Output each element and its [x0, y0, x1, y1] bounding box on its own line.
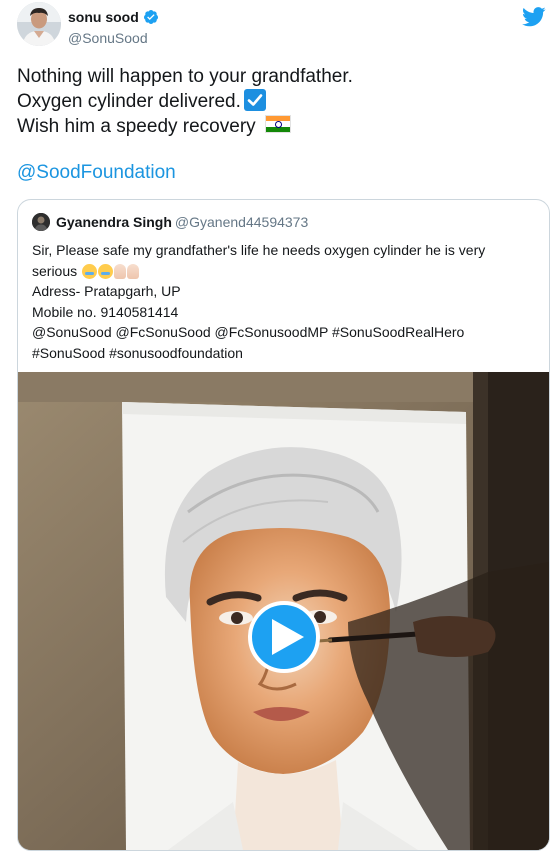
author-name-row: sonu sood: [68, 9, 159, 25]
tweet-line-1: Nothing will happen to your grandfather.: [17, 66, 353, 87]
india-flag-emoji-icon: [264, 115, 291, 133]
author-avatar[interactable]: [17, 2, 61, 46]
quoted-line-3: Adress- Pratapgarh, UP: [32, 283, 181, 300]
tweet-line-2: Oxygen cylinder delivered.: [17, 89, 537, 114]
author-handle[interactable]: @SonuSood: [68, 30, 148, 46]
tweet-line-3-text: Wish him a speedy recovery: [17, 116, 261, 137]
quoted-line-1: Sir, Please safe my grandfather's life h…: [32, 242, 486, 258]
quoted-handle[interactable]: @Gyanend44594373: [175, 214, 308, 230]
quoted-video[interactable]: [18, 372, 549, 850]
quoted-tweet[interactable]: Gyanendra Singh @Gyanend44594373 Sir, Ple…: [17, 199, 550, 851]
folded-hands-icon: [127, 263, 140, 279]
tweet-text: Nothing will happen to your grandfather.…: [17, 64, 537, 139]
loudly-crying-face-icon: [82, 263, 98, 279]
quoted-header: Gyanendra Singh @Gyanend44594373: [56, 214, 308, 230]
sood-foundation-mention-link[interactable]: @SoodFoundation: [17, 162, 176, 184]
quoted-line-2-text: serious: [32, 262, 82, 279]
author-display-name[interactable]: sonu sood: [68, 9, 139, 25]
check-mark-button-emoji-icon: [243, 89, 266, 111]
twitter-bird-icon[interactable]: [522, 6, 546, 28]
folded-hands-icon: [114, 263, 127, 279]
video-thumbnail: [18, 372, 549, 850]
verified-badge-icon: [143, 10, 158, 24]
tweet-line-2-text: Oxygen cylinder delivered.: [17, 91, 241, 112]
quoted-text: Sir, Please safe my grandfather's life h…: [32, 240, 537, 364]
profile-photo-icon: [17, 2, 61, 46]
quoted-line-6: #SonuSood #sonusoodfoundation: [32, 344, 243, 361]
tweet-card: sonu sood @SonuSood Nothing will happen …: [0, 0, 560, 851]
quoted-line-4: Mobile no. 9140581414: [32, 303, 179, 320]
quoted-author-avatar[interactable]: [32, 213, 50, 231]
quoted-line-2: serious: [32, 261, 537, 282]
quoted-profile-photo-icon: [32, 213, 50, 231]
quoted-display-name[interactable]: Gyanendra Singh: [56, 214, 172, 230]
loudly-crying-face-icon: [98, 263, 114, 279]
quoted-line-5: @SonuSood @FcSonuSood @FcSonusoodMP #Son…: [32, 324, 465, 341]
play-icon[interactable]: [248, 601, 320, 673]
tweet-line-3: Wish him a speedy recovery: [17, 114, 537, 139]
